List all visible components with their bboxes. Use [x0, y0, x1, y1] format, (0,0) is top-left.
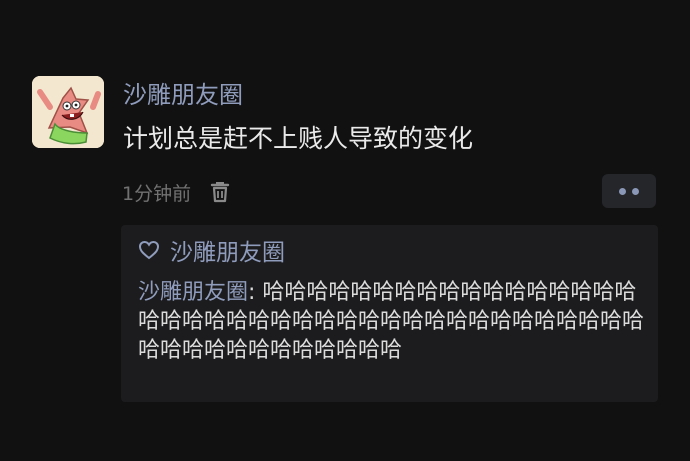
post-content: 计划总是赶不上贱人导致的变化	[123, 124, 474, 153]
likes-row: 沙雕朋友圈	[138, 233, 285, 267]
more-actions-button[interactable]	[602, 174, 656, 208]
post-meta: 1分钟前	[122, 176, 233, 208]
liker-name[interactable]: 沙雕朋友圈	[170, 233, 285, 267]
more-dots-icon	[619, 187, 639, 195]
interaction-panel: 沙雕朋友圈 沙雕朋友圈: 哈哈哈哈哈哈哈哈哈哈哈哈哈哈哈哈哈哈哈哈哈哈哈哈哈哈哈…	[121, 225, 658, 402]
comment-author[interactable]: 沙雕朋友圈	[138, 280, 248, 305]
comment-separator: :	[248, 280, 263, 305]
post-timestamp: 1分钟前	[122, 182, 192, 205]
patrick-star-avatar	[32, 76, 104, 148]
comment-item[interactable]: 沙雕朋友圈: 哈哈哈哈哈哈哈哈哈哈哈哈哈哈哈哈哈哈哈哈哈哈哈哈哈哈哈哈哈哈哈哈哈…	[138, 278, 646, 365]
delete-button[interactable]	[207, 178, 233, 206]
moment-post: 沙雕朋友圈 计划总是赶不上贱人导致的变化 1分钟前 沙雕朋友圈 沙雕朋友圈: 哈…	[0, 0, 690, 461]
trash-icon	[210, 182, 230, 203]
heart-icon	[138, 240, 160, 260]
post-author[interactable]: 沙雕朋友圈	[123, 78, 243, 112]
user-avatar[interactable]	[32, 76, 104, 148]
